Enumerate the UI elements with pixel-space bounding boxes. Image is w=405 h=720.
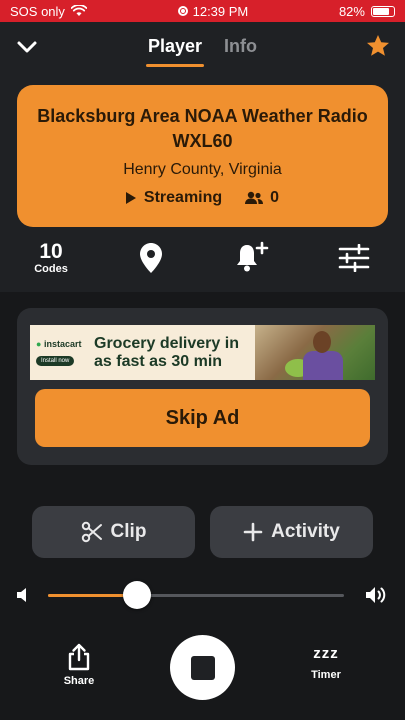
streaming-status: Streaming (143, 189, 223, 206)
volume-high-icon (366, 587, 386, 603)
battery-percent: 82% (338, 3, 365, 19)
brand-name: instacart (43, 338, 82, 349)
battery-icon (370, 5, 395, 17)
tab-info[interactable]: Info (224, 36, 257, 67)
ad-logo-block: ● instacart Install now (30, 339, 90, 367)
share-button[interactable]: Share (49, 643, 109, 687)
carrier-text: SOS only (10, 3, 65, 19)
volume-control (0, 580, 405, 610)
station-toolbar: 10 Codes (0, 236, 405, 292)
station-card: Blacksburg Area NOAA Weather Radio WXL60… (17, 85, 388, 227)
add-alert-button[interactable] (232, 236, 272, 280)
ad-card: ● instacart Install now Grocery delivery… (17, 308, 388, 465)
ad-photo-head (313, 331, 331, 353)
ad-banner[interactable]: ● instacart Install now Grocery delivery… (30, 325, 375, 380)
volume-slider-track[interactable] (48, 594, 344, 597)
users-icon (245, 191, 264, 204)
station-name: Blacksburg Area NOAA Weather Radio WXL60 (37, 106, 368, 151)
instacart-logo: ● instacart (36, 339, 90, 349)
station-location: Henry County, Virginia (123, 161, 282, 178)
plus-icon (243, 522, 263, 542)
clip-label: Clip (110, 521, 147, 542)
bell-plus-icon (237, 241, 269, 272)
stop-button[interactable] (170, 635, 235, 700)
stop-icon (190, 655, 215, 680)
volume-low-icon (17, 588, 26, 602)
status-center: 12:39 PM (177, 3, 249, 19)
skip-ad-button[interactable]: Skip Ad (35, 389, 370, 447)
listener-count: 0 (270, 189, 280, 206)
play-icon (125, 192, 136, 204)
ad-photo-person (303, 351, 343, 380)
sleep-timer-icon: zzz (313, 645, 339, 662)
station-status-row: Streaming 0 (17, 189, 388, 207)
ad-photo (255, 325, 375, 380)
location-button[interactable] (131, 236, 171, 280)
sliders-icon (338, 244, 370, 272)
tab-bar: Player Info (0, 36, 405, 67)
share-icon (68, 643, 90, 671)
clock-text: 12:39 PM (192, 3, 249, 19)
listeners: 0 (244, 189, 279, 207)
carrot-icon: ● (36, 338, 42, 349)
status-right: 82% (339, 4, 395, 19)
volume-slider-thumb[interactable] (122, 581, 151, 609)
recording-icon (177, 6, 188, 16)
bottom-bar: Share zzz Timer (0, 635, 405, 715)
star-icon[interactable] (365, 33, 391, 59)
settings-button[interactable] (334, 236, 374, 280)
timer-label: Timer (311, 669, 341, 681)
activity-label: Activity (271, 521, 340, 542)
wifi-icon (70, 5, 87, 16)
clip-button[interactable]: Clip (32, 506, 195, 558)
codes-button[interactable]: 10 Codes (31, 236, 71, 280)
map-pin-icon (140, 243, 162, 273)
codes-label: Codes (34, 263, 68, 275)
ad-headline: Grocery delivery in as fast as 30 min (94, 334, 239, 370)
tab-player[interactable]: Player (145, 36, 205, 67)
status-left: SOS only (10, 4, 87, 19)
ad-install-button[interactable]: Install now (36, 355, 75, 366)
codes-count: 10 (39, 240, 63, 263)
top-nav: Player Info (0, 22, 405, 72)
scissors-icon (81, 521, 102, 543)
share-label: Share (63, 675, 95, 687)
battery-fill (372, 7, 389, 15)
timer-button[interactable]: zzz Timer (296, 643, 356, 681)
status-bar: SOS only 12:39 PM 82% (0, 0, 405, 22)
activity-button[interactable]: Activity (210, 506, 373, 558)
